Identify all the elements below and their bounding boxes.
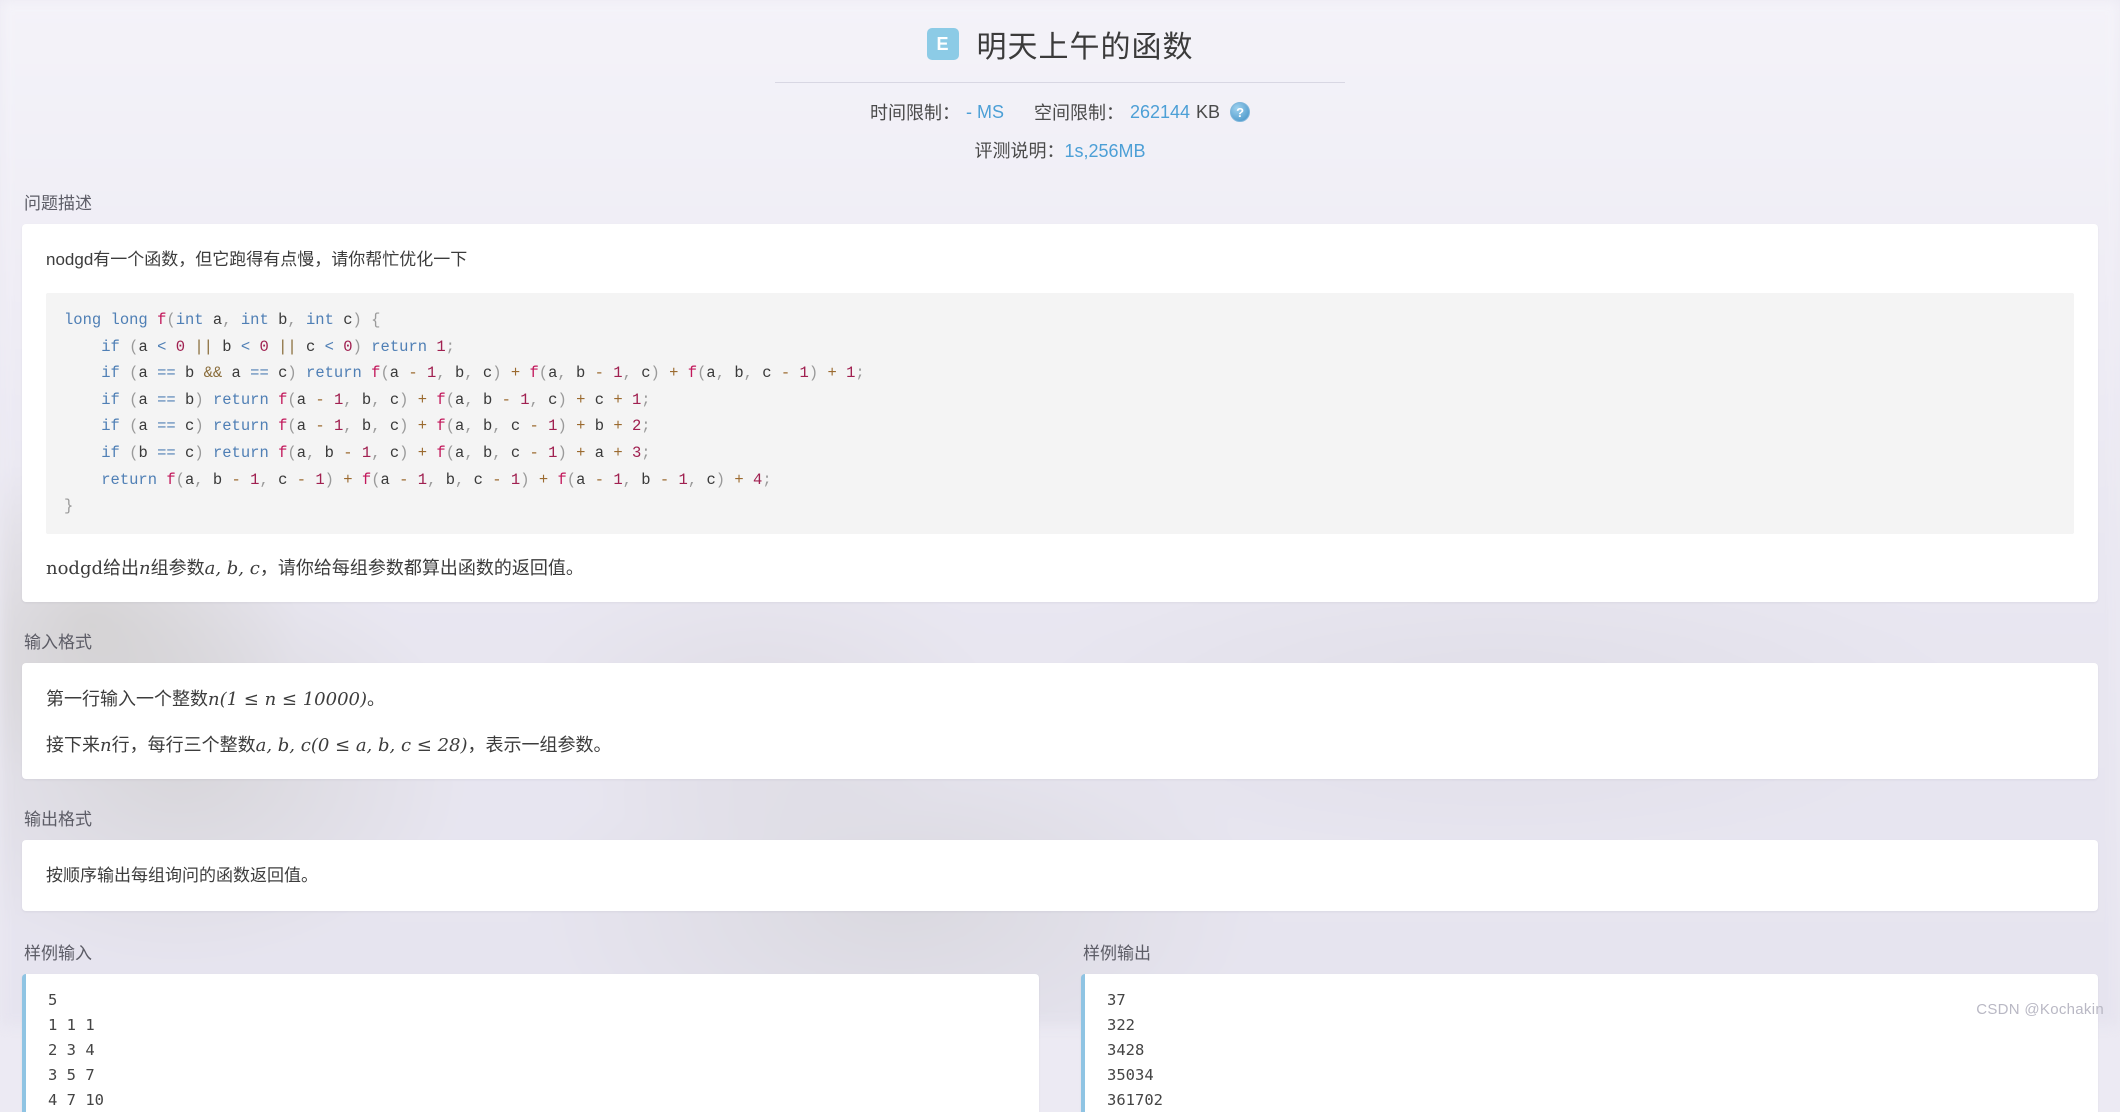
description-outro: nodgd给出n组参数a, b, c，请你给每组参数都算出函数的返回值。: [46, 557, 584, 579]
section-label-input: 输入格式: [24, 632, 92, 652]
header-divider: [775, 82, 1345, 83]
description-intro: nodgd有一个函数，但它跑得有点慢，请你帮忙优化一下: [46, 250, 468, 269]
samples-row: 样例输入 5 1 1 1 2 3 4 3 5 7 4 7 10 5 9 13 样…: [22, 913, 2098, 1112]
section-label-sample-input: 样例输入: [24, 943, 92, 963]
sample-input-box: 5 1 1 1 2 3 4 3 5 7 4 7 10 5 9 13: [22, 973, 1039, 1112]
eval-label: 评测说明：: [974, 141, 1065, 161]
input-format-line-2: 接下来n行，每行三个整数a, b, c(0 ≤ a, b, c ≤ 28)，表示…: [46, 734, 612, 756]
problem-page: E 明天上午的函数 时间限制： - MS 空间限制： 262144 KB ? 评测说…: [0, 0, 2120, 1112]
input-format-card: 第一行输入一个整数n(1 ≤ n ≤ 10000)。 接下来n行，每行三个整数a…: [22, 662, 2098, 779]
eval-value: 1s,256MB: [1064, 141, 1146, 161]
sample-input-col: 样例输入 5 1 1 1 2 3 4 3 5 7 4 7 10 5 9 13: [22, 913, 1039, 1112]
time-limit-label: 时间限制：: [869, 103, 960, 123]
memory-limit-label: 空间限制：: [1033, 103, 1124, 123]
eval-row: 评测说明：1s,256MB: [0, 137, 2120, 163]
time-limit-value: - MS: [965, 101, 1004, 122]
output-format-text: 按顺序输出每组询问的函数返回值。: [46, 865, 318, 885]
content-wrap: 问题描述 nodgd有一个函数，但它跑得有点慢，请你帮忙优化一下 long lo…: [0, 189, 2120, 1112]
memory-unit: KB: [1196, 101, 1221, 122]
title-row: E 明天上午的函数: [0, 22, 2120, 66]
sample-output-col: 样例输出 37 322 3428 35034 361702: [1081, 913, 2098, 1112]
input-format-line-1: 第一行输入一个整数n(1 ≤ n ≤ 10000)。: [46, 688, 385, 710]
output-format-card: 按顺序输出每组询问的函数返回值。: [22, 839, 2098, 911]
code-block: long long f(int a, int b, int c) { if (a…: [46, 293, 2074, 534]
description-card: nodgd有一个函数，但它跑得有点慢，请你帮忙优化一下 long long f(…: [22, 224, 2098, 602]
difficulty-badge: E: [926, 28, 959, 60]
watermark: CSDN @Kochakin: [1976, 1001, 2104, 1018]
help-icon[interactable]: ?: [1230, 102, 1251, 122]
sample-output-box: 37 322 3428 35034 361702: [1081, 973, 2098, 1112]
section-label-description: 问题描述: [24, 194, 92, 213]
section-label-output: 输出格式: [24, 809, 92, 829]
limits-row: 时间限制： - MS 空间限制： 262144 KB ?: [0, 99, 2120, 125]
page-title: 明天上午的函数: [976, 31, 1194, 64]
memory-limit-value: 262144: [1129, 101, 1191, 122]
section-label-sample-output: 样例输出: [1083, 943, 1151, 963]
problem-header: E 明天上午的函数 时间限制： - MS 空间限制： 262144 KB ? 评测说…: [0, 0, 2120, 163]
